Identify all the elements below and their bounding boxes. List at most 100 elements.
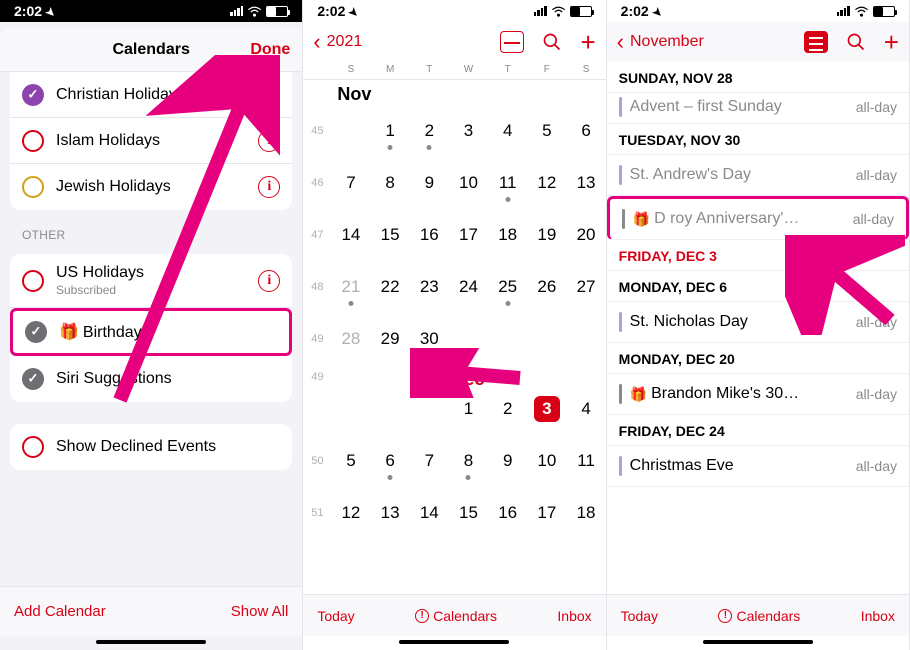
day-cell[interactable]: 29 xyxy=(371,329,410,349)
calendar-row[interactable]: US HolidaysSubscribedi xyxy=(10,254,292,308)
day-cell[interactable]: 4 xyxy=(566,399,605,419)
check-circle-icon[interactable] xyxy=(22,130,44,152)
day-cell[interactable]: 7 xyxy=(331,173,370,193)
day-cell[interactable]: 3 xyxy=(449,121,488,141)
day-cell[interactable]: 25 xyxy=(488,277,527,297)
check-circle-icon[interactable] xyxy=(22,176,44,198)
event-row[interactable]: 🎁D roy Anniversary'…all-day xyxy=(607,196,909,240)
day-cell[interactable]: 13 xyxy=(371,503,410,523)
add-event-icon[interactable]: + xyxy=(884,32,899,52)
day-cell[interactable]: 27 xyxy=(566,277,605,297)
calendar-row[interactable]: Jewish Holidaysi xyxy=(10,164,292,210)
day-cell[interactable]: 16 xyxy=(488,503,527,523)
day-cell[interactable]: 19 xyxy=(527,225,566,245)
search-icon[interactable] xyxy=(542,32,562,52)
day-cell[interactable]: 8 xyxy=(449,451,488,471)
check-circle-icon[interactable] xyxy=(25,321,47,343)
day-cell[interactable]: 28 xyxy=(331,329,370,349)
inbox-button[interactable]: Inbox xyxy=(861,608,895,624)
day-cell[interactable]: 18 xyxy=(566,503,605,523)
day-cell[interactable]: 14 xyxy=(331,225,370,245)
today-button[interactable]: Today xyxy=(621,608,658,624)
day-cell[interactable]: 14 xyxy=(410,503,449,523)
check-circle-icon[interactable] xyxy=(22,84,44,106)
info-icon[interactable]: i xyxy=(258,270,280,292)
day-cell[interactable]: 7 xyxy=(410,451,449,471)
day-cell[interactable]: 11 xyxy=(488,173,527,193)
day-cell[interactable]: 10 xyxy=(449,173,488,193)
day-cell[interactable]: 6 xyxy=(371,451,410,471)
day-section-header: MONDAY, DEC 20 xyxy=(607,343,909,374)
day-cell[interactable]: 13 xyxy=(566,173,605,193)
day-cell[interactable]: 21 xyxy=(331,277,370,297)
calendars-button[interactable]: !Calendars xyxy=(415,608,497,624)
day-cell[interactable]: 8 xyxy=(371,173,410,193)
search-icon[interactable] xyxy=(846,32,866,52)
events-list[interactable]: SUNDAY, NOV 28Advent – first Sundayall-d… xyxy=(607,62,909,594)
day-cell[interactable]: 1 xyxy=(371,121,410,141)
event-row[interactable]: St. Nicholas Dayall-day xyxy=(607,302,909,343)
inbox-button[interactable]: Inbox xyxy=(557,608,591,624)
day-cell[interactable]: 11 xyxy=(566,451,605,471)
day-cell[interactable]: 15 xyxy=(449,503,488,523)
status-time: 2:02 xyxy=(317,3,345,19)
calendar-row[interactable]: 🎁Birthdays xyxy=(10,308,292,356)
event-row[interactable]: St. Andrew's Dayall-day xyxy=(607,155,909,196)
day-cell[interactable]: 4 xyxy=(488,121,527,141)
event-row[interactable]: Advent – first Sundayall-day xyxy=(607,93,909,124)
day-cell[interactable]: 20 xyxy=(566,225,605,245)
day-cell[interactable]: 10 xyxy=(527,451,566,471)
add-event-icon[interactable]: + xyxy=(580,32,595,52)
day-cell[interactable]: 16 xyxy=(410,225,449,245)
day-cell[interactable]: 5 xyxy=(527,121,566,141)
info-icon[interactable]: i xyxy=(258,176,280,198)
today-button[interactable]: Today xyxy=(317,608,354,624)
screen-calendars-settings: 2:02 Calendars Done Christian HolidaysiI… xyxy=(0,0,303,650)
check-circle-icon[interactable] xyxy=(22,270,44,292)
list-toggle-icon[interactable] xyxy=(500,31,524,53)
day-cell[interactable]: 18 xyxy=(488,225,527,245)
calendars-button[interactable]: !Calendars xyxy=(718,608,800,624)
day-cell[interactable]: 17 xyxy=(527,503,566,523)
event-row[interactable]: Christmas Eveall-day xyxy=(607,446,909,487)
calendars-scroll[interactable]: Christian HolidaysiIslam HolidaysiJewish… xyxy=(0,72,302,586)
event-dot-icon xyxy=(388,475,393,480)
back-chevron-icon[interactable]: ‹ xyxy=(313,29,320,55)
day-cell[interactable]: 17 xyxy=(449,225,488,245)
back-year-button[interactable]: 2021 xyxy=(327,33,495,51)
battery-icon xyxy=(266,6,288,17)
calendar-row[interactable]: Christian Holidaysi xyxy=(10,72,292,118)
day-cell[interactable]: 9 xyxy=(488,451,527,471)
info-icon[interactable]: i xyxy=(258,130,280,152)
show-all-link[interactable]: Show All xyxy=(231,603,289,620)
back-month-button[interactable]: November xyxy=(630,33,798,51)
day-cell[interactable]: 3 xyxy=(527,396,566,422)
add-calendar-link[interactable]: Add Calendar xyxy=(14,603,106,620)
day-cell[interactable]: 6 xyxy=(566,121,605,141)
day-cell[interactable]: 22 xyxy=(371,277,410,297)
day-cell[interactable]: 26 xyxy=(527,277,566,297)
info-icon[interactable]: i xyxy=(258,84,280,106)
calendar-row[interactable]: Siri Suggestions xyxy=(10,356,292,402)
event-row[interactable]: 🎁Brandon Mike's 30…all-day xyxy=(607,374,909,415)
day-cell[interactable]: 23 xyxy=(410,277,449,297)
back-chevron-icon[interactable]: ‹ xyxy=(617,29,624,55)
day-cell[interactable]: 9 xyxy=(410,173,449,193)
day-cell[interactable]: 12 xyxy=(527,173,566,193)
day-cell[interactable]: 5 xyxy=(331,451,370,471)
calendar-row[interactable]: Islam Holidaysi xyxy=(10,118,292,164)
done-button[interactable]: Done xyxy=(250,41,290,59)
event-time: all-day xyxy=(853,211,894,227)
check-circle-icon[interactable] xyxy=(22,368,44,390)
calendar-row[interactable]: Show Declined Events xyxy=(10,424,292,470)
day-cell[interactable]: 24 xyxy=(449,277,488,297)
day-cell[interactable]: 1 xyxy=(449,399,488,419)
day-cell[interactable]: 2 xyxy=(410,121,449,141)
day-cell[interactable]: 15 xyxy=(371,225,410,245)
day-cell[interactable]: 12 xyxy=(331,503,370,523)
day-cell[interactable]: 2 xyxy=(488,399,527,419)
check-circle-icon[interactable] xyxy=(22,436,44,458)
list-toggle-icon[interactable] xyxy=(804,31,828,53)
day-cell[interactable]: 30 xyxy=(410,329,449,349)
calendar-grid[interactable]: Nov 451234564678910111213471415161718192… xyxy=(303,80,605,594)
